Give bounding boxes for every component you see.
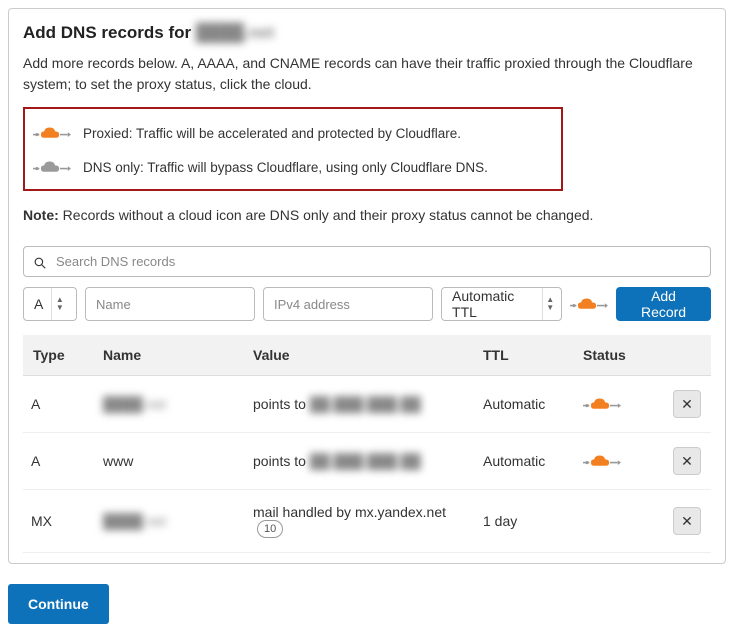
value-input-wrap xyxy=(263,287,433,321)
cell-type: A xyxy=(23,376,93,433)
legend-dnsonly: DNS only: Traffic will bypass Cloudflare… xyxy=(33,157,553,177)
cell-status xyxy=(573,490,663,553)
records-table: Type Name Value TTL Status A████.netpoin… xyxy=(23,335,711,553)
cloud-toggle-icon[interactable] xyxy=(570,294,608,314)
search-input[interactable] xyxy=(54,253,700,270)
value-input[interactable] xyxy=(264,288,432,320)
type-select[interactable]: A ▲▼ xyxy=(23,287,77,321)
ttl-stepper[interactable]: ▲▼ xyxy=(542,288,557,320)
name-input[interactable] xyxy=(86,288,254,320)
close-icon: ✕ xyxy=(681,513,693,530)
cell-name: ████.net xyxy=(93,490,243,553)
legend-dnsonly-text: DNS only: Traffic will bypass Cloudflare… xyxy=(83,160,488,175)
intro-text: Add more records below. A, AAAA, and CNA… xyxy=(23,53,711,95)
add-record-button[interactable]: Add Record xyxy=(616,287,711,321)
cloud-proxied-icon xyxy=(33,123,71,143)
cloud-status-icon[interactable] xyxy=(583,451,653,471)
cell-name: ████.net xyxy=(93,376,243,433)
title-prefix: Add DNS records for xyxy=(23,23,196,42)
cloud-status-icon[interactable] xyxy=(583,394,653,414)
note-label: Note: xyxy=(23,207,59,223)
cell-value: points to ██.███.███.██ xyxy=(243,433,473,490)
note-text: Note: Records without a cloud icon are D… xyxy=(23,205,711,226)
legend-proxied: Proxied: Traffic will be accelerated and… xyxy=(33,123,553,143)
search-icon xyxy=(34,256,46,268)
dns-panel: Add DNS records for ████.net Add more re… xyxy=(8,8,726,564)
cell-type: A xyxy=(23,433,93,490)
ttl-select[interactable]: Automatic TTL ▲▼ xyxy=(441,287,562,321)
note-body: Records without a cloud icon are DNS onl… xyxy=(59,207,594,223)
th-type: Type xyxy=(23,335,93,376)
th-name: Name xyxy=(93,335,243,376)
cell-value: mail handled by mx.yandex.net10 xyxy=(243,490,473,553)
cell-name: www xyxy=(93,433,243,490)
th-ttl: TTL xyxy=(473,335,573,376)
cell-status xyxy=(573,376,663,433)
delete-button[interactable]: ✕ xyxy=(673,390,701,418)
delete-button[interactable]: ✕ xyxy=(673,447,701,475)
cell-type: MX xyxy=(23,490,93,553)
type-select-value: A xyxy=(34,296,43,312)
priority-badge: 10 xyxy=(257,520,283,538)
table-row[interactable]: MX████.netmail handled by mx.yandex.net1… xyxy=(23,490,711,553)
close-icon: ✕ xyxy=(681,453,693,470)
th-value: Value xyxy=(243,335,473,376)
cell-delete: ✕ xyxy=(663,490,711,553)
cloud-grey-icon xyxy=(33,157,71,177)
name-input-wrap xyxy=(85,287,255,321)
add-record-row: A ▲▼ Automatic TTL ▲▼ Add Record xyxy=(23,287,711,321)
cell-ttl: Automatic xyxy=(473,376,573,433)
legend-box: Proxied: Traffic will be accelerated and… xyxy=(23,107,563,191)
cell-status xyxy=(573,433,663,490)
cell-ttl: Automatic xyxy=(473,433,573,490)
cell-ttl: 1 day xyxy=(473,490,573,553)
continue-button[interactable]: Continue xyxy=(8,584,109,624)
search-box[interactable] xyxy=(23,246,711,277)
title-domain: ████.net xyxy=(196,23,274,42)
legend-proxied-text: Proxied: Traffic will be accelerated and… xyxy=(83,126,461,141)
table-row[interactable]: Awwwpoints to ██.███.███.██Automatic ✕ xyxy=(23,433,711,490)
table-row[interactable]: A████.netpoints to ██.███.███.██Automati… xyxy=(23,376,711,433)
delete-button[interactable]: ✕ xyxy=(673,507,701,535)
cell-delete: ✕ xyxy=(663,433,711,490)
cell-delete: ✕ xyxy=(663,376,711,433)
ttl-select-value: Automatic TTL xyxy=(452,288,534,320)
th-status: Status xyxy=(573,335,663,376)
type-stepper[interactable]: ▲▼ xyxy=(51,288,67,320)
cell-value: points to ██.███.███.██ xyxy=(243,376,473,433)
panel-title: Add DNS records for ████.net xyxy=(23,23,711,43)
close-icon: ✕ xyxy=(681,396,693,413)
